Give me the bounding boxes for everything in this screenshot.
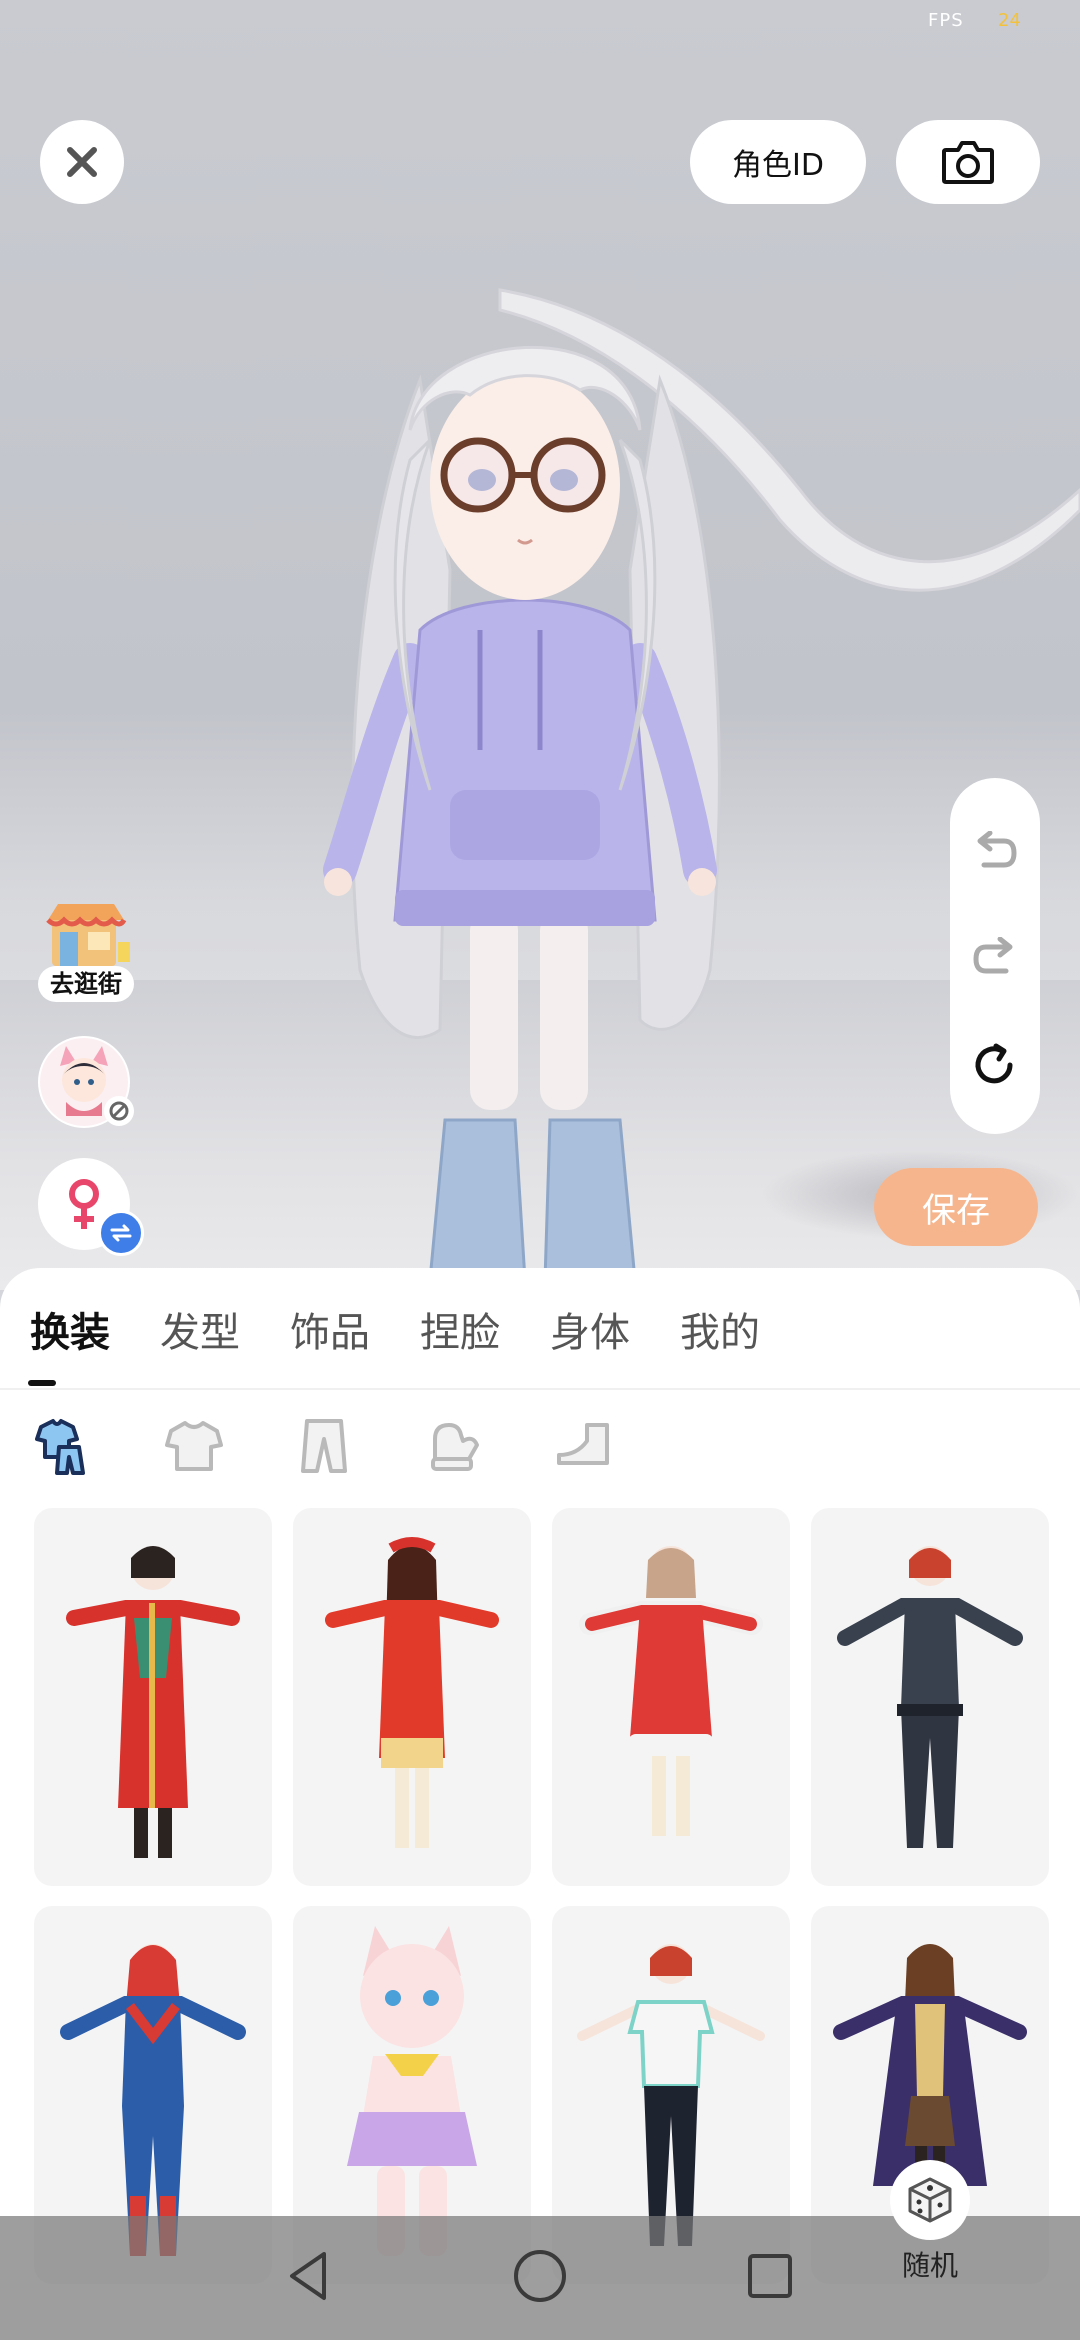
fps-value: 24 — [998, 10, 1021, 31]
camera-icon — [942, 141, 994, 184]
camera-button[interactable] — [896, 120, 1040, 204]
save-label: 保存 — [922, 1190, 990, 1231]
subcat-outfit-set[interactable] — [28, 1412, 96, 1480]
undo-icon — [977, 831, 1017, 868]
active-tab-indicator — [28, 1380, 56, 1386]
home-circle-icon — [514, 2250, 566, 2302]
avatar-character[interactable] — [300, 270, 1080, 1280]
slash-circle-icon — [109, 1101, 129, 1121]
glove-icon — [431, 1423, 479, 1471]
outfit-card[interactable] — [293, 1508, 531, 1886]
red-gold-qipao-outfit-thumbnail — [66, 1546, 240, 1858]
category-tabs: 换装 发型 饰品 捏脸 身体 我的 — [30, 1300, 810, 1370]
dice-bubble — [890, 2160, 970, 2240]
subcat-pants[interactable] — [290, 1412, 358, 1480]
female-icon — [69, 1179, 99, 1229]
fps-label: FPS — [928, 10, 964, 31]
subcat-gloves[interactable] — [420, 1412, 488, 1480]
tab-hairstyle[interactable]: 发型 — [160, 1300, 240, 1370]
reset-button[interactable] — [972, 1042, 1018, 1088]
reset-icon — [975, 1043, 1013, 1084]
recents-square-icon — [748, 2254, 792, 2298]
role-id-label: 角色ID — [732, 148, 824, 183]
tab-outfit[interactable]: 换装 — [30, 1300, 110, 1370]
edit-history-panel — [950, 778, 1040, 1134]
shop-icon — [46, 904, 130, 966]
street-label: 去逛街 — [38, 966, 134, 1002]
tab-face[interactable]: 捏脸 — [420, 1300, 500, 1370]
swap-arrows-icon — [110, 1224, 132, 1242]
outfit-card[interactable] — [811, 1508, 1049, 1886]
random-label: 随机 — [901, 2249, 958, 2282]
tabs-divider — [0, 1388, 1080, 1390]
redo-button[interactable] — [972, 934, 1018, 980]
red-christmas-outfit-thumbnail — [579, 1546, 763, 1836]
red-coat-dress-outfit-thumbnail — [325, 1537, 499, 1848]
pants-icon — [301, 1419, 347, 1473]
top-icon — [165, 1421, 223, 1471]
pet-avatar-button[interactable] — [38, 1036, 134, 1128]
outfit-card[interactable] — [552, 1508, 790, 1886]
close-icon — [67, 147, 97, 177]
role-id-button[interactable]: 角色ID — [690, 120, 866, 204]
save-button[interactable]: 保存 — [874, 1168, 1038, 1246]
tab-body[interactable]: 身体 — [550, 1300, 630, 1370]
close-button[interactable] — [40, 120, 124, 204]
nav-recents-button[interactable] — [740, 2246, 800, 2306]
subcat-shoes[interactable] — [550, 1412, 618, 1480]
swap-badge — [98, 1210, 144, 1256]
tab-mine[interactable]: 我的 — [680, 1300, 760, 1370]
subcat-top[interactable] — [160, 1412, 228, 1480]
tab-accessories[interactable]: 饰品 — [290, 1300, 370, 1370]
nav-home-button[interactable] — [510, 2246, 570, 2306]
outfit-set-icon — [35, 1419, 85, 1475]
gender-switch-button[interactable] — [38, 1158, 144, 1256]
street-button[interactable]: 去逛街 — [38, 898, 134, 1008]
random-button[interactable]: 随机 — [880, 2160, 980, 2282]
shoe-icon — [557, 1423, 609, 1465]
back-triangle-icon — [290, 2252, 326, 2300]
dice-icon — [908, 2177, 952, 2223]
black-tactical-suit-thumbnail — [837, 1546, 1023, 1848]
outfit-card[interactable] — [34, 1508, 272, 1886]
nav-back-button[interactable] — [280, 2246, 340, 2306]
undo-button[interactable] — [972, 828, 1018, 874]
hidden-badge — [104, 1096, 134, 1126]
redo-icon — [973, 937, 1013, 974]
